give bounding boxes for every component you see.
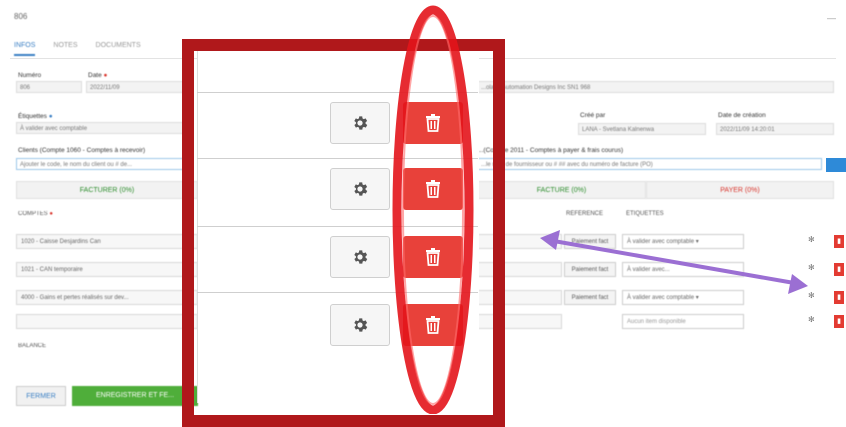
annotation-arrowhead: [540, 230, 560, 250]
annotation-overlay: [392, 5, 808, 414]
annotation-arrowhead: [788, 274, 808, 294]
annotation-arrow: [547, 238, 801, 286]
annotation-ellipse: [392, 5, 474, 414]
annotation-ellipse: [402, 15, 464, 405]
